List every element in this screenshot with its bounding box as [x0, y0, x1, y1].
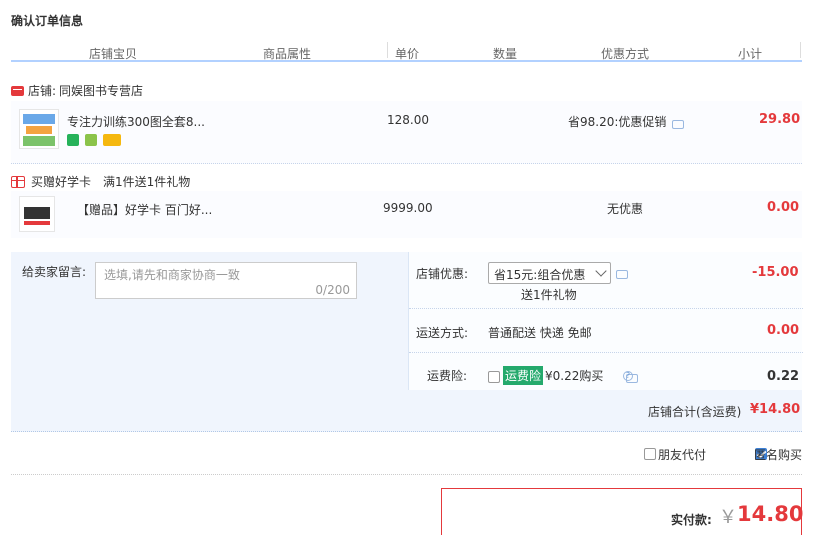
insurance-price: ¥0.22购买 [545, 369, 604, 383]
payment-amount: 14.80 [737, 502, 804, 526]
column-shop-item: 店铺宝贝 [89, 47, 138, 61]
chevron-down-icon [595, 265, 607, 277]
shop-label: 店铺: [28, 84, 57, 98]
credit-card-icon [102, 133, 121, 146]
shop-line: 店铺: 同娱图书专营店 [11, 82, 143, 99]
shop-discount-row: 店铺优惠: 省15元:组合优惠 送1件礼物 -15.00 [409, 252, 803, 309]
shipping-amount: 0.00 [767, 323, 800, 338]
memo-label: 给卖家留言: [22, 265, 87, 279]
gift-promo-name: 买赠好学卡 [31, 175, 92, 189]
column-header: 店铺宝贝 商品属性 单价 数量 优惠方式 小计 [11, 40, 802, 62]
shop-discount-label: 店铺优惠: [416, 267, 469, 281]
shipping-method: 普通配送 快递 免邮 [488, 326, 592, 340]
order-item-row: 专注力训练300图全套8... 128.00 省98.20:优惠促销 29.80 [11, 101, 802, 164]
item-title-link[interactable]: 专注力训练300图全套8... [67, 113, 205, 130]
friend-pay-label: 朋友代付 [658, 448, 707, 462]
memo-textarea[interactable]: 选填,请先和商家协商一致 0/200 [95, 262, 357, 299]
column-discount: 优惠方式 [601, 47, 650, 61]
shop-total-amount: ¥14.80 [750, 402, 801, 417]
insurance-label: 运费险: [427, 369, 468, 383]
chat-icon[interactable] [616, 270, 628, 279]
column-price: 单价 [395, 47, 420, 61]
column-divider [387, 42, 388, 58]
shop-discount-note: 送1件礼物 [521, 288, 577, 302]
gift-promo-rule: 满1件送1件礼物 [103, 175, 191, 189]
gift-promo-line: 买赠好学卡 满1件送1件礼物 [11, 173, 190, 190]
item-price: 9999.00 [383, 201, 433, 215]
shop-discount-value: 省15元:组合优惠 [494, 268, 586, 282]
friend-pay-checkbox[interactable] [644, 447, 656, 460]
insurance-row: 运费险: 运费险 ¥0.22购买 ? 0.22 [409, 353, 803, 390]
shipping-label: 运送方式: [416, 326, 469, 340]
service-icons [67, 132, 123, 146]
shop-badge-icon [11, 85, 24, 96]
shop-discount-select[interactable]: 省15元:组合优惠 [488, 262, 611, 284]
anonymous-label: 匿名购买 [754, 448, 803, 462]
order-details-panel: 店铺优惠: 省15元:组合优惠 送1件礼物 -15.00 运送方式: 普通配送 … [408, 252, 803, 390]
guarantee-icon [84, 133, 97, 146]
item-subtotal: 0.00 [767, 200, 800, 215]
item-discount: 无优惠 [607, 202, 644, 216]
page-title: 确认订单信息 [11, 14, 84, 28]
column-subtotal: 小计 [738, 47, 763, 61]
shop-name-link[interactable]: 同娱图书专营店 [59, 82, 143, 99]
item-discount: 省98.20:优惠促销 [568, 115, 667, 129]
item-title-link[interactable]: 【赠品】好学卡 百门好... [77, 201, 212, 218]
payment-summary: 实付款: ￥ 14.80 [441, 488, 804, 535]
shop-total-label: 店铺合计(含运费) [648, 405, 742, 419]
memo-placeholder: 选填,请先和商家协商一致 [104, 268, 240, 282]
order-options-panel: 给卖家留言: 选填,请先和商家协商一致 0/200 店铺优惠: 省15元:组合优… [11, 252, 803, 432]
column-divider [800, 42, 801, 58]
item-subtotal: 29.80 [759, 112, 801, 127]
payment-options-row: 朋友代付 匿名购买 [11, 433, 802, 475]
insurance-tag: 运费险 [503, 366, 544, 385]
shop-discount-amount: -15.00 [752, 265, 799, 280]
shipping-row: 运送方式: 普通配送 快递 免邮 0.00 [409, 309, 803, 353]
memo-counter: 0/200 [315, 283, 350, 297]
item-thumbnail[interactable] [19, 109, 59, 149]
item-price: 128.00 [387, 113, 429, 127]
item-thumbnail[interactable] [19, 196, 55, 232]
payment-label: 实付款: [671, 513, 712, 527]
help-icon[interactable]: ? [623, 371, 633, 381]
payment-currency: ￥ [719, 507, 737, 528]
shop-total-row: 店铺合计(含运费) ¥14.80 [11, 390, 802, 432]
column-quantity: 数量 [493, 47, 518, 61]
seven-day-return-icon [67, 133, 79, 146]
column-attributes: 商品属性 [263, 47, 312, 61]
chat-icon[interactable] [672, 120, 684, 129]
gift-icon [11, 175, 25, 188]
insurance-checkbox[interactable] [488, 370, 500, 383]
order-item-row: 【赠品】好学卡 百门好... 9999.00 无优惠 0.00 [11, 191, 802, 238]
insurance-amount: 0.22 [767, 369, 800, 384]
